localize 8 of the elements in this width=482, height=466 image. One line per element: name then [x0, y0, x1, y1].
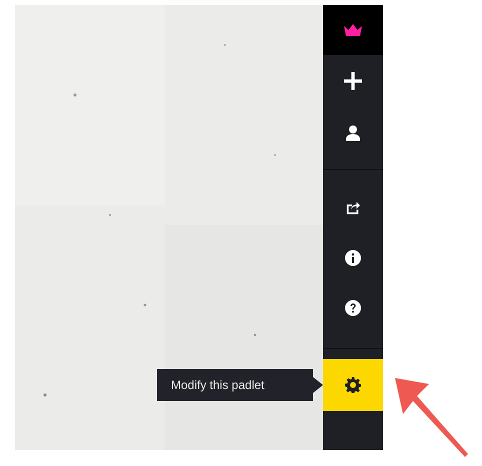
tooltip: Modify this padlet	[157, 369, 323, 401]
share-icon	[346, 201, 360, 215]
person-icon	[345, 125, 361, 141]
help-icon	[345, 300, 361, 316]
plus-icon	[344, 72, 362, 90]
info-icon	[345, 250, 361, 266]
settings-icon	[345, 377, 361, 393]
crown-logo-icon[interactable]	[344, 24, 362, 36]
